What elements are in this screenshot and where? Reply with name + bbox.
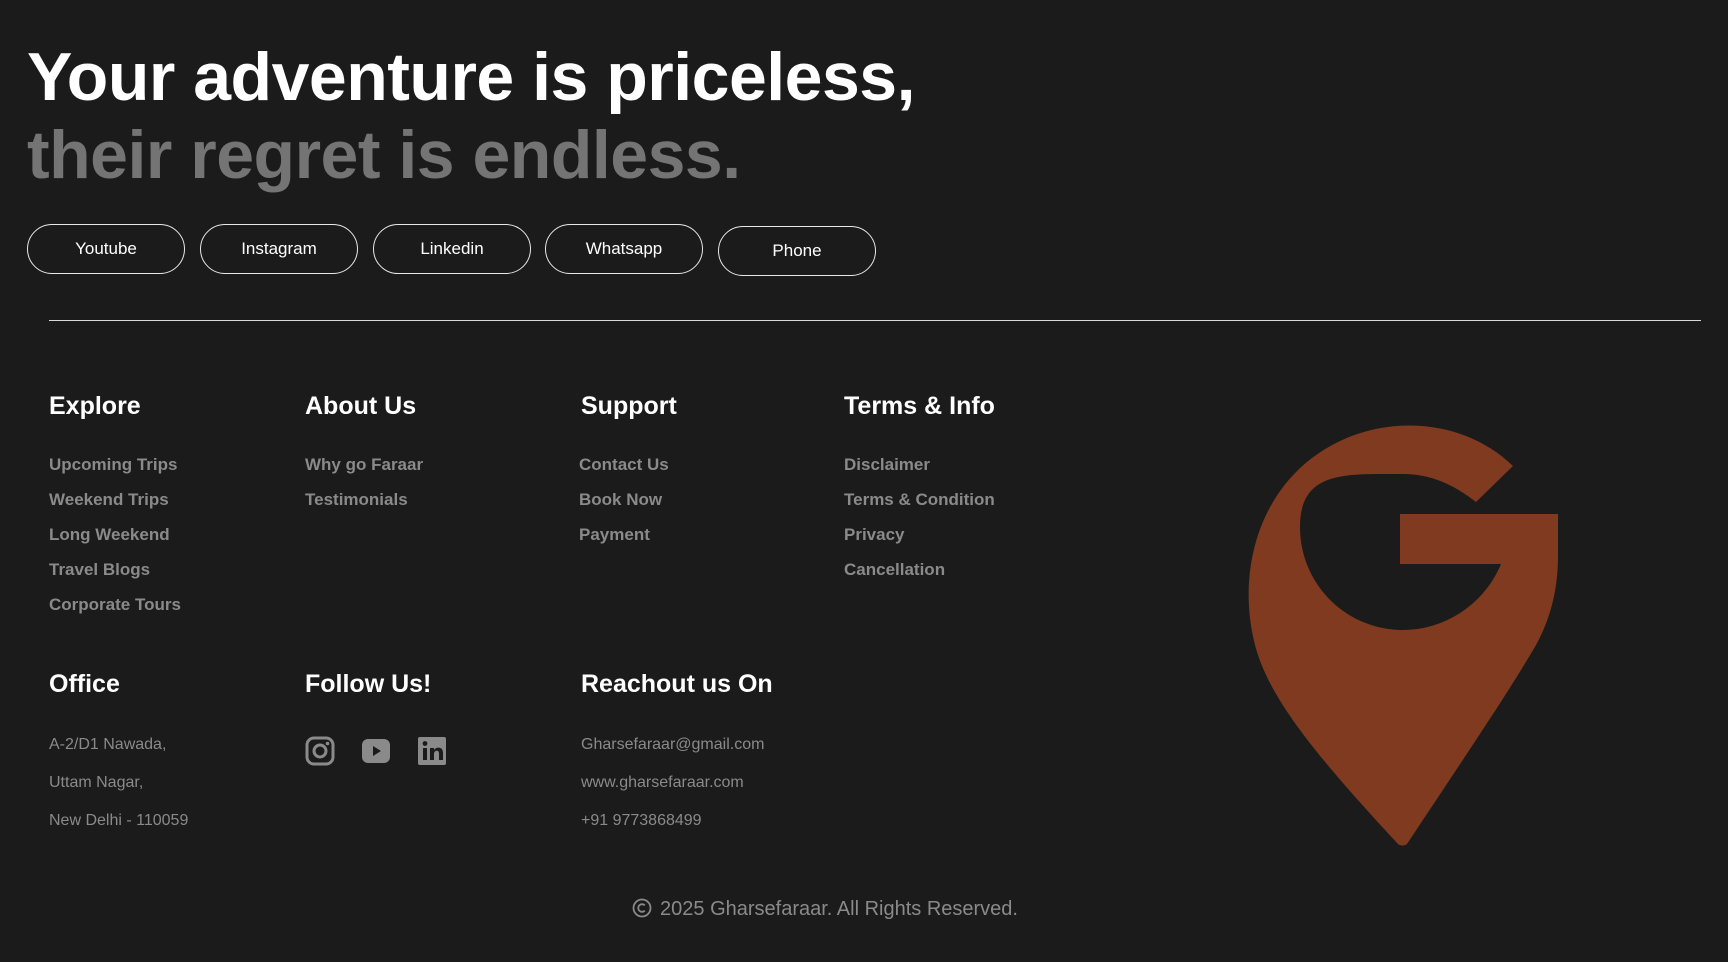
- youtube-pill-button[interactable]: Youtube: [27, 224, 185, 274]
- youtube-icon[interactable]: [361, 736, 391, 766]
- copyright: 2025 Gharsefaraar. All Rights Reserved.: [0, 898, 1650, 921]
- link-long-weekend[interactable]: Long Weekend: [49, 525, 170, 545]
- contact-phone[interactable]: +91 9773868499: [581, 812, 702, 830]
- link-why-go-faraar[interactable]: Why go Faraar: [305, 455, 423, 475]
- link-cancellation[interactable]: Cancellation: [844, 560, 945, 580]
- brand-logo-pin-icon: [1248, 425, 1558, 846]
- about-heading: About Us: [305, 392, 417, 420]
- phone-pill-button[interactable]: Phone: [718, 226, 876, 276]
- follow-heading: Follow Us!: [305, 670, 432, 698]
- link-payment[interactable]: Payment: [579, 525, 650, 545]
- link-corporate-tours[interactable]: Corporate Tours: [49, 595, 181, 615]
- explore-heading: Explore: [49, 392, 141, 420]
- hero-line-secondary: their regret is endless.: [27, 117, 741, 193]
- link-weekend-trips[interactable]: Weekend Trips: [49, 490, 169, 510]
- link-travel-blogs[interactable]: Travel Blogs: [49, 560, 150, 580]
- terms-heading: Terms & Info: [844, 392, 995, 420]
- support-heading: Support: [581, 392, 677, 420]
- hero-line-primary: Your adventure is priceless,: [27, 39, 916, 115]
- instagram-pill-button[interactable]: Instagram: [200, 224, 358, 274]
- link-testimonials[interactable]: Testimonials: [305, 490, 408, 510]
- reach-heading: Reachout us On: [581, 670, 773, 698]
- copyright-icon: [632, 898, 652, 918]
- link-contact-us[interactable]: Contact Us: [579, 455, 669, 475]
- office-address-line-2: Uttam Nagar,: [49, 774, 144, 791]
- link-terms-condition[interactable]: Terms & Condition: [844, 490, 995, 510]
- hero-headline: Your adventure is priceless, their regre…: [27, 38, 916, 194]
- office-address-line-1: A-2/D1 Nawada,: [49, 736, 167, 753]
- contact-email[interactable]: Gharsefaraar@gmail.com: [581, 736, 764, 754]
- link-privacy[interactable]: Privacy: [844, 525, 905, 545]
- contact-website[interactable]: www.gharsefaraar.com: [581, 774, 744, 792]
- footer-divider: [49, 320, 1701, 321]
- office-address-line-3: New Delhi - 110059: [49, 812, 189, 829]
- whatsapp-pill-button[interactable]: Whatsapp: [545, 224, 703, 274]
- link-disclaimer[interactable]: Disclaimer: [844, 455, 930, 475]
- linkedin-icon[interactable]: [417, 736, 447, 766]
- link-upcoming-trips[interactable]: Upcoming Trips: [49, 455, 177, 475]
- linkedin-pill-button[interactable]: Linkedin: [373, 224, 531, 274]
- link-book-now[interactable]: Book Now: [579, 490, 662, 510]
- copyright-text: 2025 Gharsefaraar. All Rights Reserved.: [660, 898, 1018, 920]
- instagram-icon[interactable]: [305, 736, 335, 766]
- office-heading: Office: [49, 670, 120, 698]
